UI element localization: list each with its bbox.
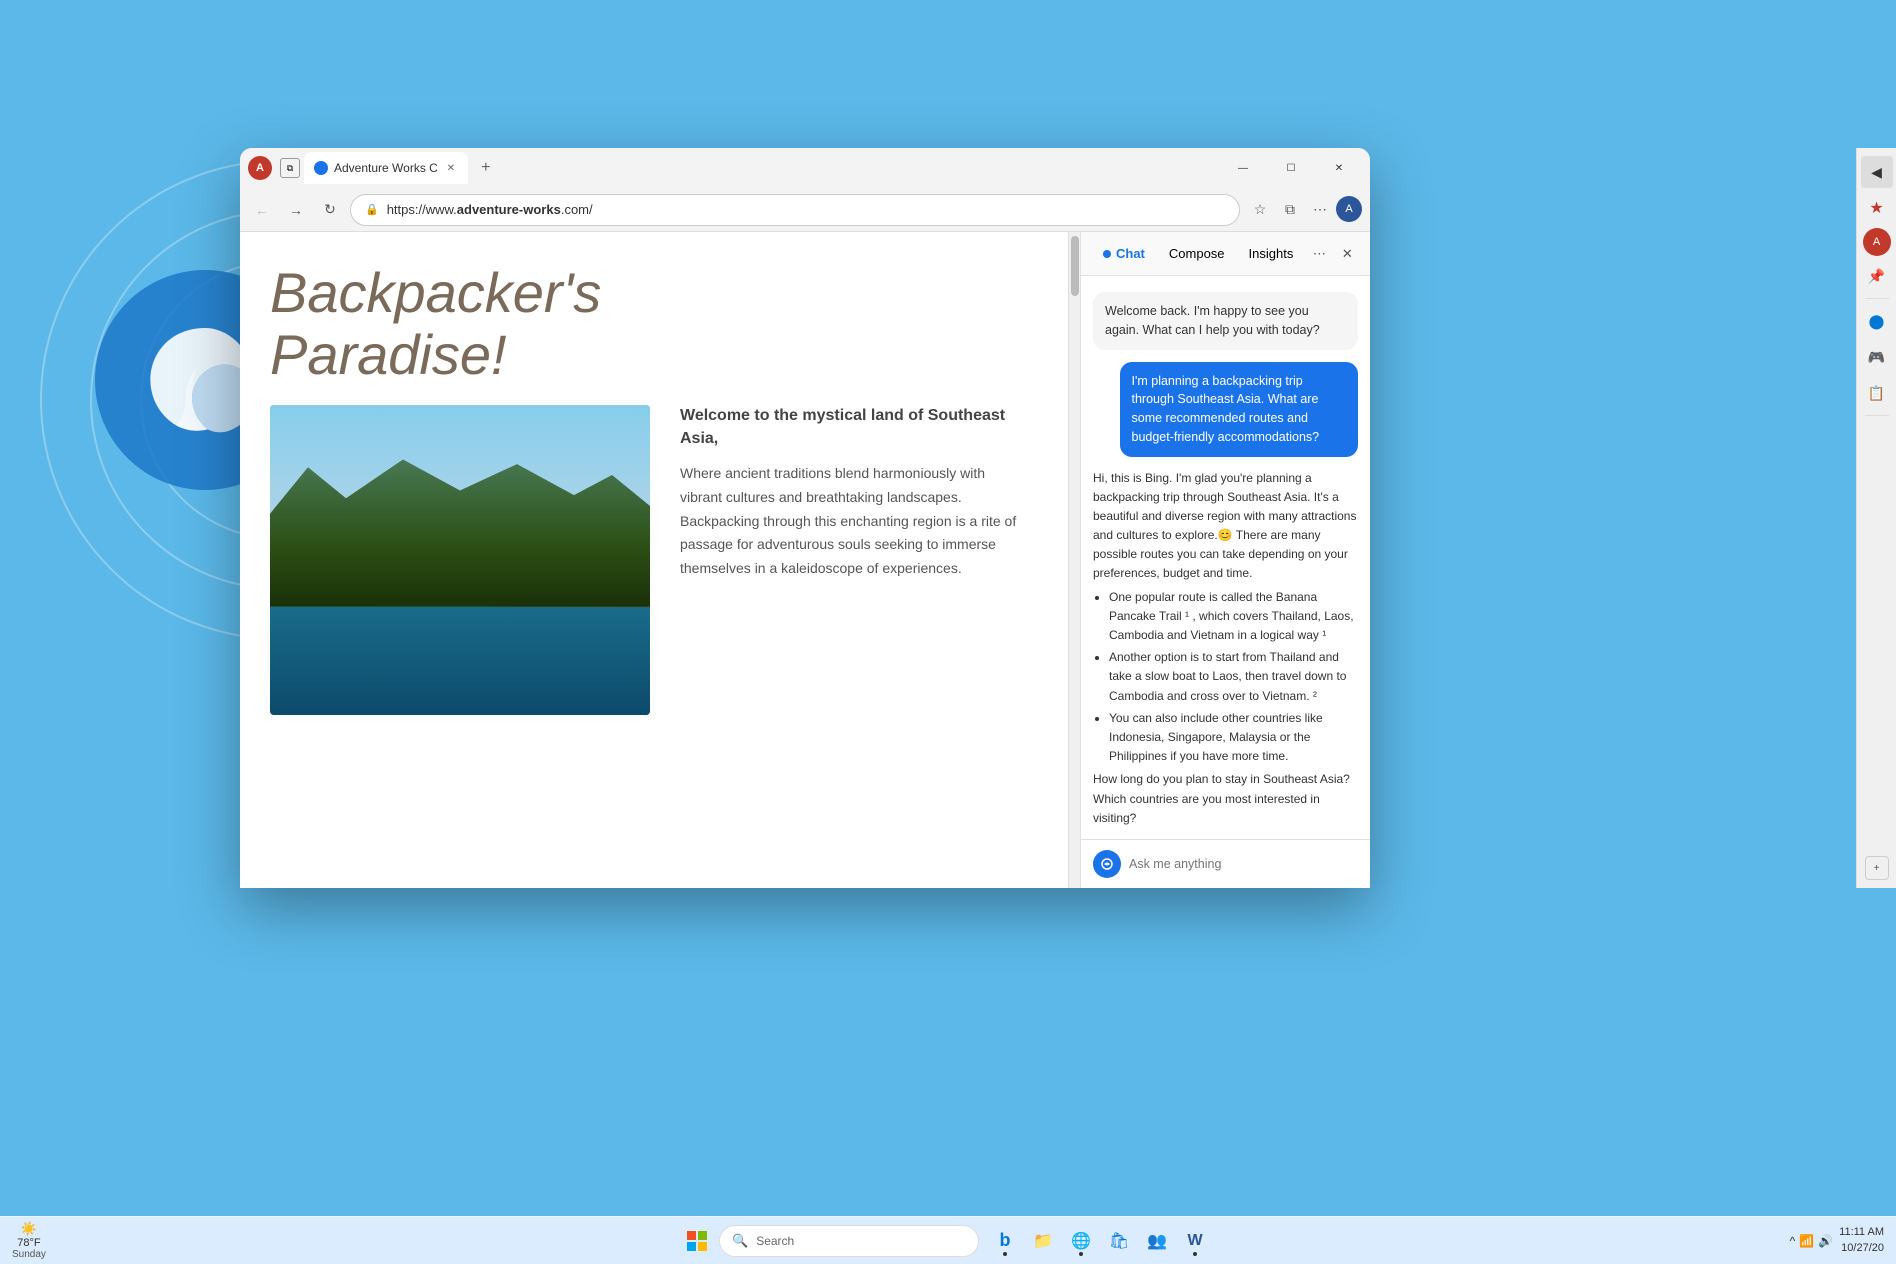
new-tab-btn[interactable]: + xyxy=(472,154,500,182)
msg-user: I'm planning a backpacking trip through … xyxy=(1120,362,1359,457)
tab-close-btn[interactable]: ✕ xyxy=(444,161,458,175)
page-text: Welcome to the mystical land of Southeas… xyxy=(680,405,1028,715)
taskbar-app-folder[interactable]: 📁 xyxy=(1025,1223,1061,1259)
tab-favicon xyxy=(314,161,328,175)
webpage-inner: Backpacker's Paradise! Welcome t xyxy=(240,232,1068,888)
ai-bullets: One popular route is called the Banana P… xyxy=(1093,588,1358,767)
search-bar-taskbar[interactable]: 🔍 Search xyxy=(719,1225,979,1257)
right-icon-settings2[interactable]: 📋 xyxy=(1861,377,1893,409)
profile-icon[interactable]: A xyxy=(248,156,272,180)
right-divider-2 xyxy=(1865,415,1889,416)
right-icon-back[interactable]: ◀ xyxy=(1861,156,1893,188)
sys-icons: ^ 📶 🔊 xyxy=(1790,1234,1834,1248)
scrollbar[interactable] xyxy=(1068,232,1080,888)
landscape-image xyxy=(270,405,650,715)
browser-content: Backpacker's Paradise! Welcome t xyxy=(240,232,1370,888)
page-subtitle: Welcome to the mystical land of Southeas… xyxy=(680,405,1028,450)
app-dot-edge xyxy=(1079,1252,1083,1256)
taskbar-app-store[interactable]: 🛍 xyxy=(1101,1223,1137,1259)
taskbar-weather[interactable]: ☀️ 78°F Sunday xyxy=(12,1221,46,1260)
app-dot xyxy=(1003,1252,1007,1256)
edge-taskbar-icon: 🌐 xyxy=(1071,1231,1091,1251)
taskbar-app-bing[interactable]: b xyxy=(987,1223,1023,1259)
close-btn[interactable]: ✕ xyxy=(1316,152,1362,184)
copilot-header: Chat Compose Insights ⋯ ✕ xyxy=(1081,232,1370,276)
profile-btn[interactable]: A xyxy=(1336,196,1362,222)
taskbar-app-edge[interactable]: 🌐 xyxy=(1063,1223,1099,1259)
page-body: Where ancient traditions blend harmoniou… xyxy=(680,462,1028,581)
taskbar-apps: b 📁 🌐 🛍 👥 W xyxy=(987,1223,1213,1259)
store-icon: 🛍 xyxy=(1109,1231,1129,1251)
ai-bullet-2: Another option is to start from Thailand… xyxy=(1109,648,1358,706)
right-icon-settings1[interactable]: 🎮 xyxy=(1861,341,1893,373)
taskbar-center: 🔍 Search b 📁 🌐 🛍 👥 W xyxy=(200,1223,1696,1259)
msg-ai-response: Hi, this is Bing. I'm glad you're planni… xyxy=(1093,469,1358,840)
minimize-btn[interactable]: — xyxy=(1220,152,1266,184)
right-panel: ◀ ★ A 📌 ⬤ 🎮 📋 + xyxy=(1856,148,1896,888)
tab-insights[interactable]: Insights xyxy=(1239,240,1304,267)
window-controls: — ☐ ✕ xyxy=(1220,152,1362,184)
copilot-more-btn[interactable]: ⋯ xyxy=(1307,242,1331,266)
volume-icon[interactable]: 🔊 xyxy=(1818,1234,1833,1248)
right-icon-edge[interactable]: ⬤ xyxy=(1861,305,1893,337)
taskbar-app-word[interactable]: W xyxy=(1177,1223,1213,1259)
app-dot-word xyxy=(1193,1252,1197,1256)
toolbar-icons: ☆ ⧉ ⋯ A xyxy=(1246,196,1362,224)
copilot-sidebar: Chat Compose Insights ⋯ ✕ Welcome back. … xyxy=(1080,232,1370,888)
taskbar: ☀️ 78°F Sunday 🔍 Search b 📁 xyxy=(0,1216,1896,1264)
word-icon: W xyxy=(1187,1232,1202,1250)
taskbar-left: ☀️ 78°F Sunday xyxy=(0,1221,200,1260)
copilot-close-btn[interactable]: ✕ xyxy=(1335,242,1359,266)
browser-tab-active[interactable]: Adventure Works C ✕ xyxy=(304,152,468,184)
lock-icon: 🔒 xyxy=(365,203,379,216)
page-image xyxy=(270,405,650,715)
msg-welcome: Welcome back. I'm happy to see you again… xyxy=(1093,292,1358,350)
ai-bullet-1: One popular route is called the Banana P… xyxy=(1109,588,1358,646)
clock[interactable]: 11:11 AM 10/27/20 xyxy=(1839,1225,1884,1256)
title-bar: A ⧉ Adventure Works C ✕ + — ☐ ✕ xyxy=(240,148,1370,188)
fav-icon[interactable]: ☆ xyxy=(1246,196,1274,224)
start-btn[interactable] xyxy=(679,1223,715,1259)
page-hero-title: Backpacker's Paradise! xyxy=(270,262,1028,385)
copilot-input-row xyxy=(1081,839,1370,888)
collections-icon[interactable]: ⧉ xyxy=(1276,196,1304,224)
webpage: Backpacker's Paradise! Welcome t xyxy=(240,232,1080,888)
taskbar-app-teams[interactable]: 👥 xyxy=(1139,1223,1175,1259)
right-icon-profile[interactable]: A xyxy=(1863,228,1891,256)
right-divider-1 xyxy=(1865,298,1889,299)
taskbar-right: ^ 📶 🔊 11:11 AM 10/27/20 xyxy=(1696,1225,1896,1256)
maximize-btn[interactable]: ☐ xyxy=(1268,152,1314,184)
page-content-row: Welcome to the mystical land of Southeas… xyxy=(270,405,1028,715)
refresh-btn[interactable]: ↻ xyxy=(316,196,344,224)
ai-bullet-3: You can also include other countries lik… xyxy=(1109,709,1358,767)
folder-icon: 📁 xyxy=(1033,1231,1053,1251)
forward-btn[interactable]: → xyxy=(282,196,310,224)
expand-btn[interactable]: + xyxy=(1865,856,1889,880)
browser-window: A ⧉ Adventure Works C ✕ + — ☐ ✕ ← → ↻ 🔒 … xyxy=(240,148,1370,888)
address-input[interactable]: 🔒 https://www.adventure-works.com/ xyxy=(350,194,1240,226)
address-bar-row: ← → ↻ 🔒 https://www.adventure-works.com/… xyxy=(240,188,1370,232)
copilot-messages: Welcome back. I'm happy to see you again… xyxy=(1081,276,1370,839)
copilot-header-actions: ⋯ ✕ xyxy=(1307,242,1359,266)
back-btn[interactable]: ← xyxy=(248,196,276,224)
more-btn[interactable]: ⋯ xyxy=(1306,196,1334,224)
tab-compose[interactable]: Compose xyxy=(1159,240,1235,267)
tab-chat[interactable]: Chat xyxy=(1093,240,1155,267)
tab-bar: A ⧉ Adventure Works C ✕ + xyxy=(248,152,1216,184)
url-text: https://www.adventure-works.com/ xyxy=(387,202,593,217)
copilot-input-field[interactable] xyxy=(1129,857,1358,871)
teams-icon: 👥 xyxy=(1147,1231,1167,1251)
right-icon-collections[interactable]: ★ xyxy=(1861,192,1893,224)
tab-title: Adventure Works C xyxy=(334,161,438,175)
wifi-icon[interactable]: 📶 xyxy=(1799,1234,1814,1248)
chevron-icon[interactable]: ^ xyxy=(1790,1234,1796,1248)
scroll-thumb[interactable] xyxy=(1071,236,1079,296)
copilot-input-icon xyxy=(1093,850,1121,878)
bing-icon: b xyxy=(1000,1230,1011,1251)
tab-switcher-btn[interactable]: ⧉ xyxy=(280,158,300,178)
chat-tab-dot xyxy=(1103,250,1111,258)
right-icon-pin[interactable]: 📌 xyxy=(1861,260,1893,292)
